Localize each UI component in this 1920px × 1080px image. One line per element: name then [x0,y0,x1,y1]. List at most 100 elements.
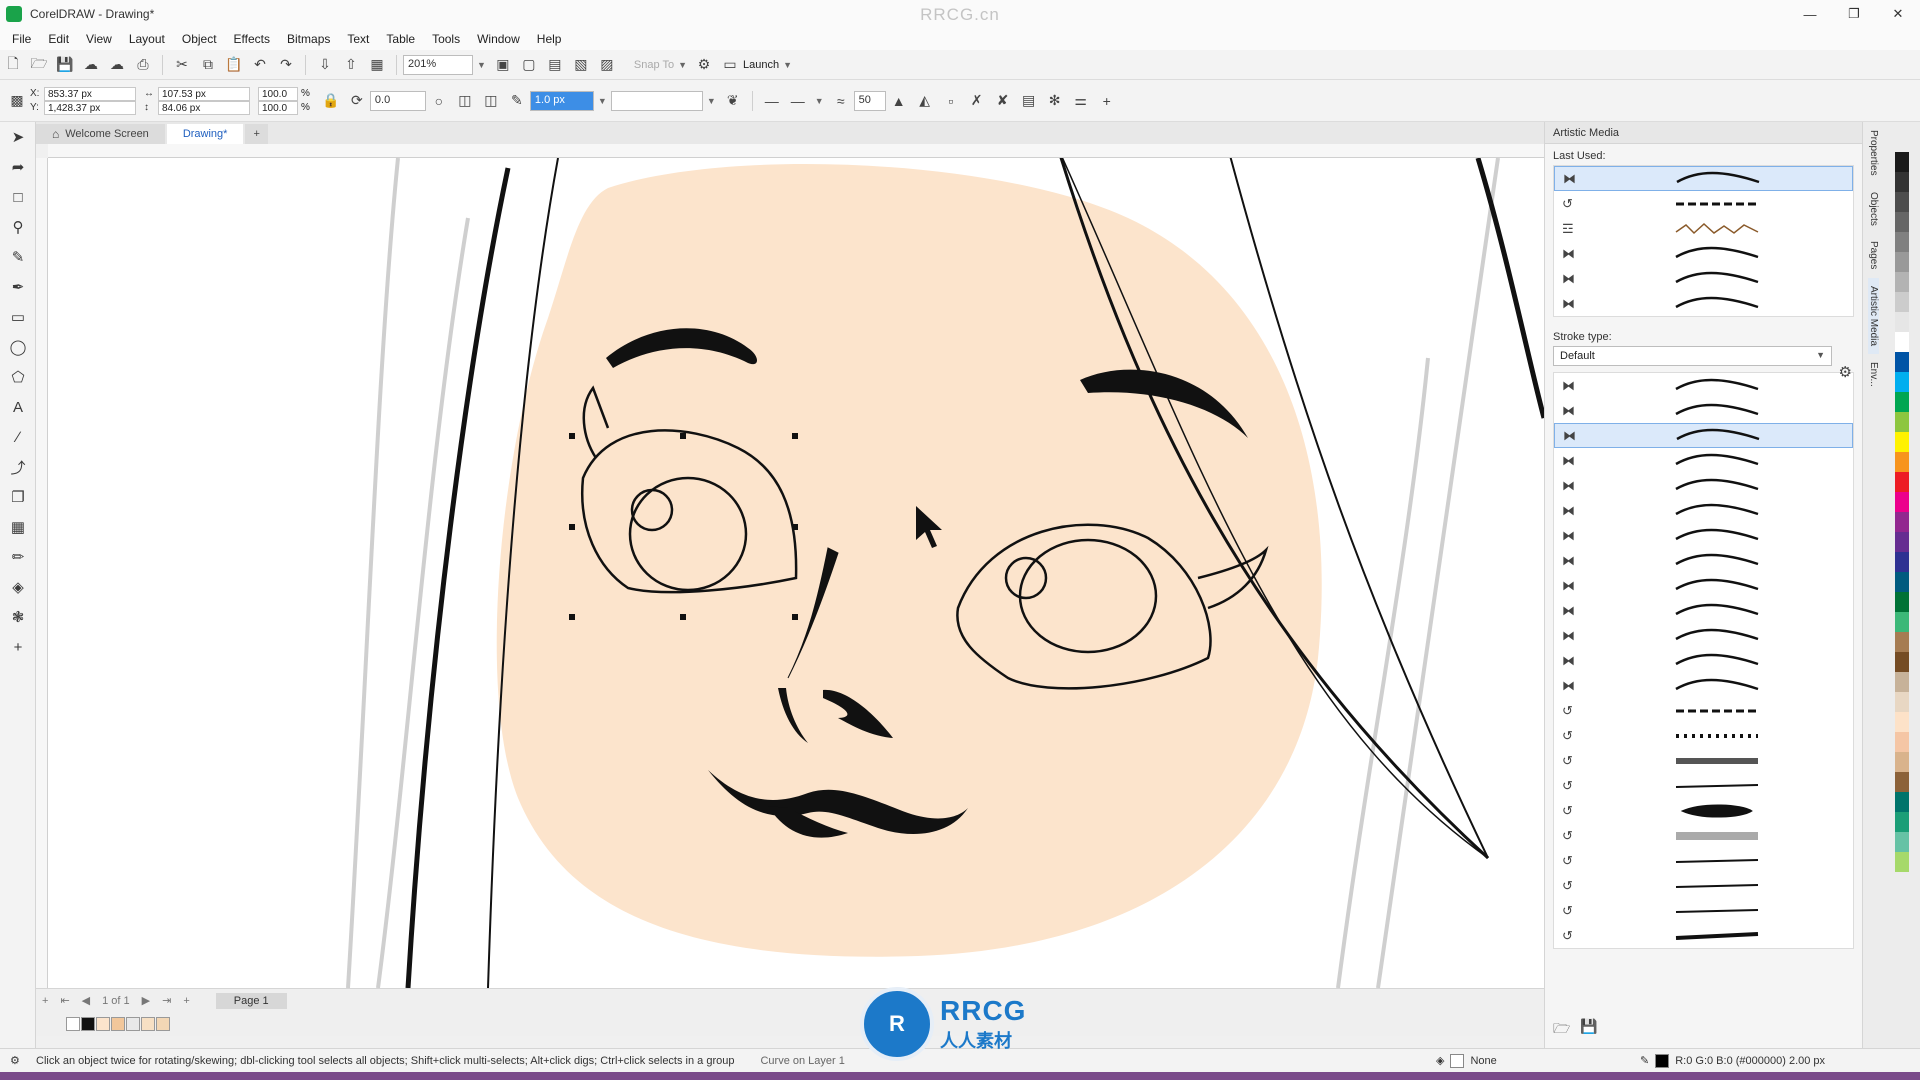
palette-color-swatch[interactable] [1895,852,1909,872]
palette-color-swatch[interactable] [1895,792,1909,812]
palette-color-swatch[interactable] [1895,612,1909,632]
palette-color-swatch[interactable] [1895,172,1909,192]
lock-ratio-icon[interactable]: 🔒 [318,89,344,113]
smoothing-icon[interactable]: ≈ [828,89,854,113]
palette-color-swatch[interactable] [1895,372,1909,392]
vertical-ruler[interactable] [36,158,48,988]
brush-row[interactable]: ↺ [1554,848,1853,873]
chevron-down-icon[interactable]: ▼ [678,60,687,70]
menu-window[interactable]: Window [473,32,533,46]
paste-icon[interactable]: 📋 [221,53,247,77]
import-icon[interactable]: ⇩ [312,53,338,77]
new-document-icon[interactable]: 🗋 [0,53,26,77]
add-icon[interactable]: + [1094,89,1120,113]
height-input[interactable]: 84.06 px [158,100,250,115]
show-grid-icon[interactable]: ▧ [568,53,594,77]
brush-row[interactable]: ⧓ [1554,266,1853,291]
black-swatch[interactable] [81,1017,95,1031]
eyedropper-tool-icon[interactable]: ✏ [0,542,36,572]
align-distribute-icon[interactable]: ⚌ [1068,89,1094,113]
open-folder-icon[interactable]: 🗁 [26,53,52,77]
print-icon[interactable]: ⎙ [130,53,156,77]
brush-row[interactable]: ⧓ [1554,498,1853,523]
scale-x-input[interactable]: 100.0 [258,86,298,101]
side-tab-objects[interactable]: Objects [1868,184,1879,234]
convert-to-curves-icon[interactable]: ✻ [1042,89,1068,113]
brush-row[interactable]: ⧓ [1554,573,1853,598]
end-arrowhead-icon[interactable]: — [785,89,811,113]
interactive-fill-tool-icon[interactable]: ◈ [0,572,36,602]
menu-layout[interactable]: Layout [125,32,178,46]
palette-color-swatch[interactable] [1895,412,1909,432]
palette-color-swatch[interactable] [1895,552,1909,572]
zoom-to-page-icon[interactable]: ▣ [490,53,516,77]
brush-row[interactable]: ⧓ [1554,423,1853,448]
no-color-swatch[interactable] [66,1017,80,1031]
peach-swatch[interactable] [141,1017,155,1031]
add-page-icon[interactable]: + [42,995,48,1007]
start-arrowhead-icon[interactable]: — [759,89,785,113]
brush-row[interactable]: ↺ [1554,723,1853,748]
palette-color-swatch[interactable] [1895,652,1909,672]
options-gear-icon[interactable]: ⚙ [691,53,717,77]
redo-icon[interactable]: ↷ [273,53,299,77]
add-page-after-icon[interactable]: + [183,995,189,1007]
connector-tool-icon[interactable]: ⤴ [0,452,36,482]
polygon-tool-icon[interactable]: ⬠ [0,362,36,392]
skin-swatch[interactable] [96,1017,110,1031]
gray-swatch[interactable] [126,1017,140,1031]
palette-color-swatch[interactable] [1895,212,1909,232]
shape-tool-icon[interactable]: ➦ [0,152,36,182]
brush-row[interactable]: ↺ [1554,873,1853,898]
chevron-down-icon[interactable]: ▼ [707,96,716,106]
save-icon[interactable]: 💾 [1580,1018,1597,1042]
palette-color-swatch[interactable] [1895,312,1909,332]
menu-file[interactable]: File [8,32,44,46]
palette-color-swatch[interactable] [1895,532,1909,552]
cut-icon[interactable]: ✂ [169,53,195,77]
width-input[interactable]: 107.53 px [158,86,250,101]
brush-row[interactable]: ↺ [1554,191,1853,216]
palette-color-swatch[interactable] [1895,752,1909,772]
palette-color-swatch[interactable] [1895,452,1909,472]
rotation-input[interactable]: 0.0 [369,90,426,111]
tab-welcome-screen[interactable]: ⌂ Welcome Screen [36,124,165,144]
freehand-tool-icon[interactable]: ✎ [0,242,36,272]
docker-settings-gear-icon[interactable]: ⚙ [1839,363,1852,381]
brush-row[interactable]: ↺ [1554,798,1853,823]
palette-color-swatch[interactable] [1895,772,1909,792]
palette-color-swatch[interactable] [1895,292,1909,312]
peach-swatch[interactable] [156,1017,170,1031]
brush-icon[interactable]: ❦ [720,89,746,113]
rotation-icon[interactable]: ⟳ [344,89,370,113]
menu-bitmaps[interactable]: Bitmaps [283,32,343,46]
brush-row[interactable]: ⧓ [1554,673,1853,698]
brush-row[interactable]: ⧓ [1554,523,1853,548]
chevron-down-icon[interactable]: ▼ [783,60,792,70]
close-curve-icon[interactable]: ◭ [912,89,938,113]
full-screen-icon[interactable]: ▢ [516,53,542,77]
horizontal-ruler[interactable] [48,144,1544,158]
brush-row[interactable]: ↺ [1554,898,1853,923]
palette-color-swatch[interactable] [1895,812,1909,832]
palette-color-swatch[interactable] [1895,832,1909,852]
palette-color-swatch[interactable] [1895,192,1909,212]
palette-color-swatch[interactable] [1895,332,1909,352]
palette-color-swatch[interactable] [1895,152,1909,172]
undo-icon[interactable]: ↶ [247,53,273,77]
tan-swatch[interactable] [111,1017,125,1031]
stroke-indicator[interactable]: ✎ R:0 G:0 B:0 (#000000) 2.00 px [1640,1053,1825,1068]
brush-row[interactable]: ↺ [1554,698,1853,723]
side-tab-pages[interactable]: Pages [1868,233,1879,277]
new-tab-button[interactable]: + [245,124,268,144]
brush-row[interactable]: ⧓ [1554,398,1853,423]
rotation-center-icon[interactable]: ○ [426,89,452,113]
smoothing-slider-icon[interactable]: ▲ [886,89,912,113]
palette-color-swatch[interactable] [1895,252,1909,272]
publish-pdf-icon[interactable]: ▦ [364,53,390,77]
brush-row[interactable]: ⧓ [1554,291,1853,316]
palette-color-swatch[interactable] [1895,352,1909,372]
fill-indicator[interactable]: ◈ None [1436,1053,1497,1068]
artistic-media-tool-icon[interactable]: ✒ [0,272,36,302]
palette-color-swatch[interactable] [1895,692,1909,712]
